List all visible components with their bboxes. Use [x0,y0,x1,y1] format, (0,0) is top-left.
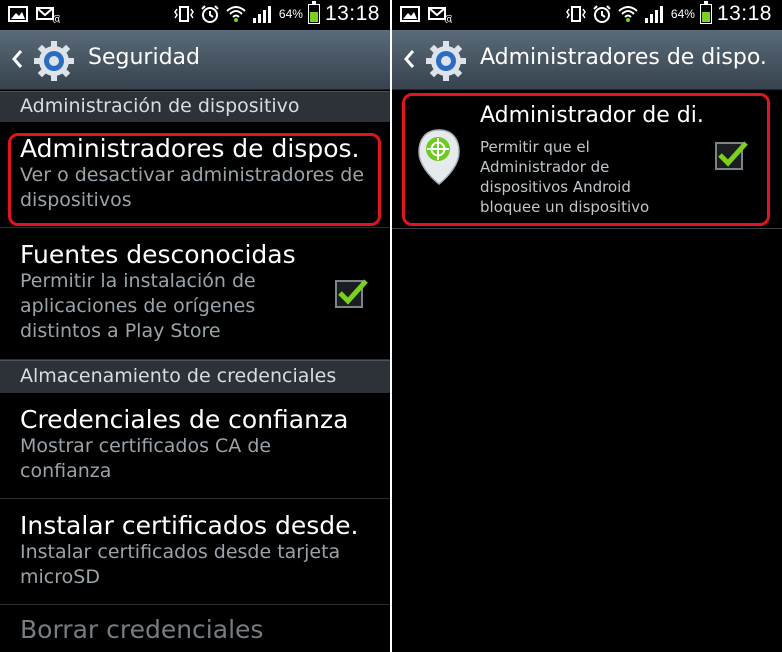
svg-text:@: @ [444,14,452,23]
install-certificates-subtitle: Instalar certificados desde tarjeta micr… [20,541,341,588]
vibrate-icon [566,6,586,22]
wifi-icon [618,6,638,22]
checkmark-icon [338,279,368,305]
section-header-device-admin: Administración de dispositivo [0,91,390,122]
page-title: Seguridad [88,45,200,70]
trusted-credentials-subtitle: Mostrar certificados CA de confianza [20,435,272,482]
trusted-credentials-title: Credenciales de confianza [20,405,349,434]
unknown-sources-title: Fuentes desconocidas [20,240,296,269]
battery-icon [699,1,712,24]
settings-gear-icon [426,41,466,81]
back-chevron-icon[interactable] [10,48,24,70]
alarm-icon [593,5,611,23]
trusted-credentials-item[interactable]: Credenciales de confianza Mostrar certif… [0,393,390,499]
alarm-icon [201,5,219,23]
unknown-sources-checkbox[interactable] [335,279,368,308]
settings-gear-icon [34,41,74,81]
highlight-frame [8,133,381,226]
action-bar: Seguridad [0,30,390,90]
signal-icon [644,6,663,23]
clock: 13:18 [716,2,772,25]
vibrate-icon [174,6,194,22]
clock: 13:18 [324,2,380,25]
battery-icon [307,1,320,24]
clear-credentials-item: Borrar credenciales [0,605,390,652]
install-certificates-item[interactable]: Instalar certificados desde. Instalar ce… [0,499,390,605]
svg-text:@: @ [52,14,60,23]
wifi-icon [226,6,246,22]
battery-fill [701,12,710,22]
email-icon: @ [428,7,452,23]
status-bar: @ 64% 13:18 [0,0,390,30]
page-title: Administradores de dispo. [480,45,767,70]
device-admins-screen: @ 64% 13:18 Administradores de dispo. [392,0,782,652]
highlight-frame [402,93,770,226]
battery-percent: 64% [278,7,303,21]
back-chevron-icon[interactable] [402,48,416,70]
section-header-credentials: Almacenamiento de credenciales [0,360,390,393]
email-icon: @ [36,7,60,23]
gallery-icon [400,6,420,22]
action-bar: Administradores de dispo. [392,30,782,90]
install-certificates-title: Instalar certificados desde. [20,511,359,540]
security-screen: @ 64% 13:18 Seguridad Administración de … [0,0,390,652]
clear-credentials-title: Borrar credenciales [20,615,264,644]
signal-icon [252,6,271,23]
gallery-icon [8,6,28,22]
status-bar: @ 64% 13:18 [392,0,782,30]
battery-percent: 64% [670,7,695,21]
unknown-sources-subtitle: Permitir la instalación de aplicaciones … [20,270,256,342]
battery-fill [309,12,318,22]
unknown-sources-item[interactable]: Fuentes desconocidas Permitir la instala… [0,228,390,360]
